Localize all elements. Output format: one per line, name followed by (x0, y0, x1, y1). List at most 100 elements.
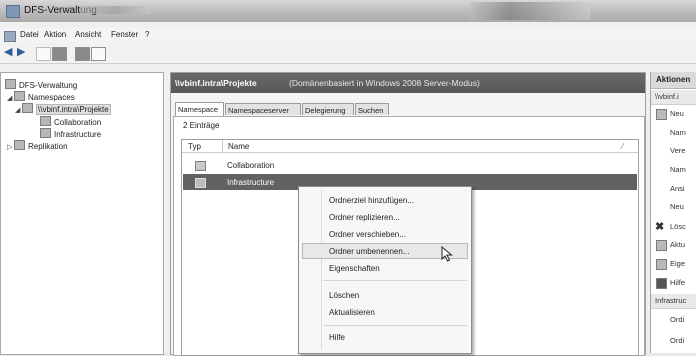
menu-ansicht[interactable]: Ansicht (75, 30, 101, 39)
action-item[interactable]: Ansi (651, 182, 696, 196)
actions-section-label: Infrastruc (655, 296, 687, 305)
menu-item-refresh[interactable]: Aktualisieren (329, 308, 375, 317)
properties-icon (656, 259, 667, 270)
actions-title: Aktionen (656, 75, 691, 84)
action-item[interactable]: Aktu (651, 238, 696, 252)
action-item[interactable]: Neu (651, 107, 696, 121)
list-item-name: Infrastructure (227, 178, 275, 187)
folder-icon (195, 161, 206, 171)
menu-app-icon (4, 31, 16, 42)
up-level-icon[interactable] (36, 47, 51, 61)
tree-root-dfs[interactable]: DFS-Verwaltung (5, 79, 77, 90)
tree-folder-label: Infrastructure (54, 130, 102, 139)
action-item[interactable]: Vere (651, 144, 696, 158)
expand-triangle-icon[interactable]: ▷ (7, 143, 14, 151)
action-item[interactable]: Neu (651, 200, 696, 214)
tree-root-label: DFS-Verwaltung (19, 81, 78, 90)
action-item[interactable]: Ordi (651, 334, 696, 348)
mouse-pointer-icon (441, 246, 453, 262)
action-pane-icon[interactable] (91, 47, 106, 61)
menu-item-properties[interactable]: Eigenschaften (329, 264, 380, 273)
menu-item-rename-folder[interactable]: Ordner umbenennen... (329, 247, 410, 256)
namespace-icon (22, 103, 33, 113)
refresh-icon (656, 240, 667, 251)
action-item[interactable]: ✖ Lösc (651, 220, 696, 234)
tree-item-replication[interactable]: ▷ Replikation (7, 140, 68, 151)
folder-icon (40, 116, 51, 126)
action-label: Nam (670, 128, 686, 137)
menu-item-add-folder-target[interactable]: Ordnerziel hinzufügen... (329, 196, 414, 205)
actions-header: Aktionen (651, 72, 696, 89)
menu-item-help[interactable]: Hilfe (329, 333, 345, 342)
actions-pane: Aktionen \\vbinf.i Neu Nam Vere Nam Ansi… (650, 72, 696, 353)
action-item[interactable]: Nam (651, 126, 696, 140)
action-label: Ansi (670, 184, 685, 193)
menu-datei[interactable]: Datei (20, 30, 39, 39)
forward-arrow-icon[interactable]: ▶ (17, 45, 30, 58)
menu-separator (323, 280, 467, 281)
tab-namespace[interactable]: Namespace (175, 102, 224, 116)
menu-fenster[interactable]: Fenster (111, 30, 138, 39)
action-label: Ordi (670, 336, 685, 345)
toolbar: ◀ ▶ (0, 45, 696, 64)
help-icon[interactable] (75, 47, 90, 61)
tree-item-infrastructure[interactable]: Infrastructure (40, 128, 101, 139)
menu-item-delete[interactable]: Löschen (329, 291, 359, 300)
tree-item-namespaces[interactable]: ◢ Namespaces (7, 91, 75, 102)
action-label: Ordi (670, 315, 685, 324)
column-name[interactable]: Name (228, 142, 249, 151)
action-label: Neu (670, 109, 684, 118)
action-label: Neu (670, 202, 684, 211)
collapse-triangle-icon[interactable]: ◢ (15, 106, 22, 114)
context-menu: Ordnerziel hinzufügen... Ordner replizie… (298, 186, 472, 354)
action-label: Vere (670, 146, 686, 155)
action-item[interactable]: Ordi (651, 313, 696, 327)
app-window: DFS-Verwaltung Datei Aktion Ansicht Fens… (0, 0, 696, 356)
sort-indicator-icon: ⁄ (622, 142, 624, 151)
menu-item-move-folder[interactable]: Ordner verschieben... (329, 230, 406, 239)
tab-suchen[interactable]: Suchen (355, 103, 389, 115)
tab-delegierung[interactable]: Delegierung (302, 103, 354, 115)
title-bar: DFS-Verwaltung (0, 0, 696, 22)
action-label: Lösc (670, 222, 686, 231)
new-folder-icon (656, 109, 667, 120)
action-label: Aktu (670, 240, 686, 249)
menu-help[interactable]: ? (145, 30, 149, 39)
results-subtitle: (Domänenbasiert in Windows 2008 Server-M… (289, 78, 480, 88)
replication-icon (14, 140, 25, 150)
list-item[interactable]: Collaboration (183, 157, 637, 173)
action-item[interactable]: Eige (651, 257, 696, 271)
dfs-app-icon (6, 5, 20, 18)
delete-x-icon: ✖ (655, 221, 665, 233)
folder-icon (195, 178, 206, 188)
tree-replication-label: Replikation (28, 142, 68, 151)
menu-item-replicate-folder[interactable]: Ordner replizieren... (329, 213, 400, 222)
actions-section-namespace[interactable]: \\vbinf.i (651, 90, 696, 105)
action-item[interactable]: Nam (651, 163, 696, 177)
actions-section-infrastructure[interactable]: Infrastruc (651, 294, 696, 309)
tree-item-namespace-projekte[interactable]: ◢ \\vbinf.intra\Projekte (15, 103, 111, 115)
tab-namespaceserver[interactable]: Namespaceserver (225, 103, 301, 115)
collapse-triangle-icon[interactable]: ◢ (7, 94, 14, 102)
action-item[interactable]: Hilfe (651, 276, 696, 290)
tree-namespace-label: \\vbinf.intra\Projekte (36, 104, 111, 115)
menu-gutter (321, 189, 322, 349)
entry-count: 2 Einträge (183, 121, 220, 130)
menu-aktion[interactable]: Aktion (44, 30, 66, 39)
results-header: \\vbinf.intra\Projekte (Domänenbasiert i… (171, 73, 645, 93)
column-separator[interactable] (222, 140, 223, 152)
tree-item-collaboration[interactable]: Collaboration (40, 116, 101, 127)
menu-bar: Datei Aktion Ansicht Fenster ? (0, 28, 696, 43)
console-tree: DFS-Verwaltung ◢ Namespaces ◢ \\vbinf.intr… (0, 72, 164, 355)
back-arrow-icon[interactable]: ◀ (4, 45, 17, 58)
namespaces-icon (14, 91, 25, 101)
action-label: Nam (670, 165, 686, 174)
list-header: Typ Name ⁄ (182, 140, 638, 153)
show-hide-tree-icon[interactable] (52, 47, 67, 61)
list-item-name: Collaboration (227, 161, 275, 170)
action-label: Eige (670, 259, 686, 268)
actions-section-label: \\vbinf.i (655, 92, 679, 101)
column-typ[interactable]: Typ (188, 142, 201, 151)
action-label: Hilfe (670, 278, 686, 287)
dfs-management-icon (5, 79, 16, 89)
